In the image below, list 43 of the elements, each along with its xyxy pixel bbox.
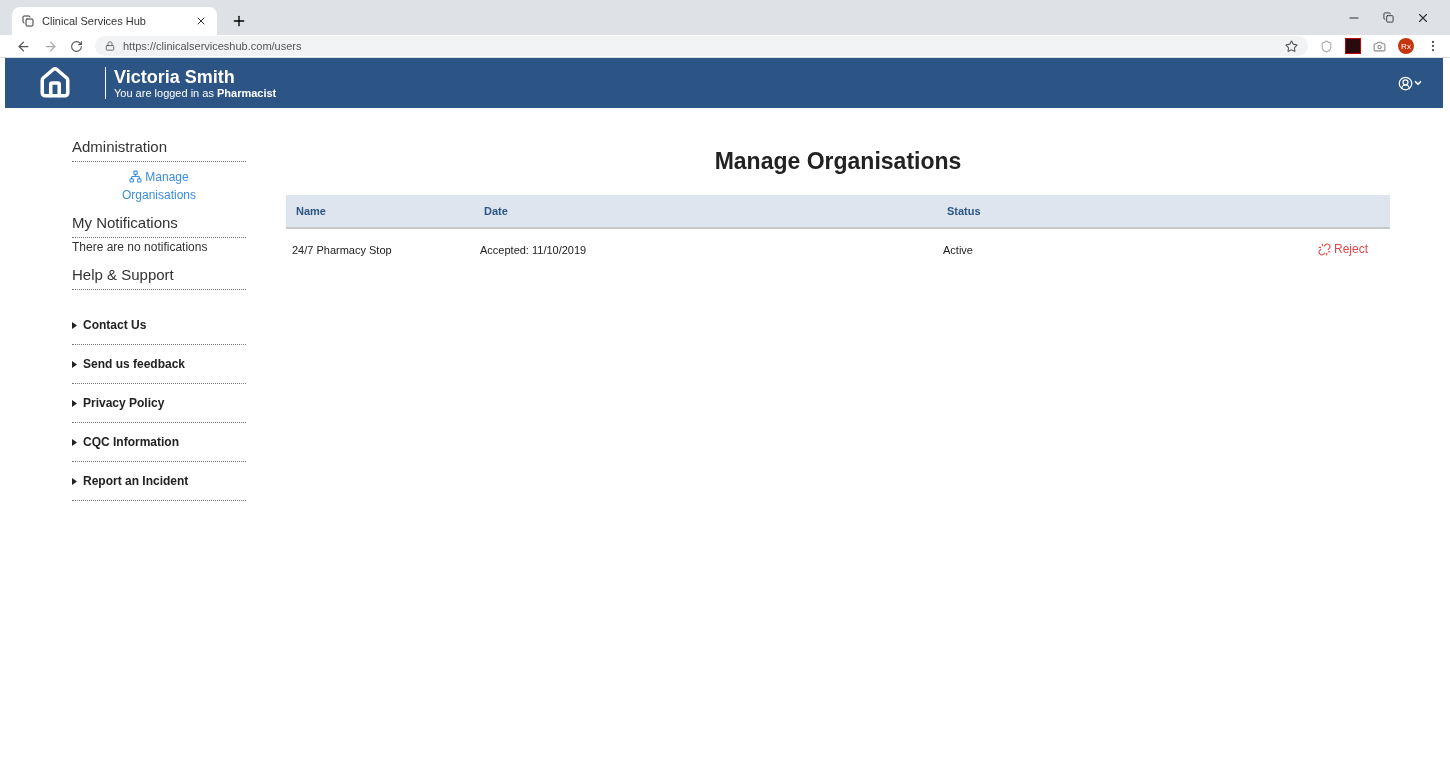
url-text: https://clinicalserviceshub.com/users — [123, 40, 303, 52]
profile-avatar[interactable]: Rx — [1398, 38, 1414, 54]
column-header: Date — [474, 195, 937, 228]
section-title: Administration — [72, 136, 246, 162]
login-role-text: You are logged in as Pharmacist — [114, 87, 277, 99]
triangle-icon — [72, 360, 77, 368]
broken-link-icon — [1318, 242, 1331, 256]
lock-icon — [105, 41, 115, 51]
camera-icon[interactable] — [1373, 39, 1386, 53]
address-bar[interactable]: https://clinicalserviceshub.com/users — [95, 36, 1308, 56]
table-cell: 24/7 Pharmacy Stop — [286, 228, 474, 271]
org-chart-icon — [129, 170, 143, 183]
page-icon — [22, 15, 34, 27]
help-menu-item[interactable]: Send us feedback — [72, 345, 246, 384]
manage-link[interactable]: Manage Organisations — [72, 168, 246, 204]
column-header: Name — [286, 195, 474, 228]
triangle-icon — [72, 321, 77, 329]
help-menu-item[interactable]: Report an Incident — [72, 462, 246, 501]
triangle-icon — [72, 399, 77, 407]
help-menu-item[interactable]: Contact Us — [72, 306, 246, 345]
browser-tab[interactable]: Clinical Services Hub — [12, 7, 217, 35]
section-title: Help & Support — [72, 264, 246, 290]
section-title: My Notifications — [72, 212, 246, 238]
user-name: Victoria Smith — [114, 67, 236, 87]
notification-text: There are no notifications — [72, 239, 209, 256]
bookmark-star-icon[interactable] — [1285, 39, 1298, 53]
triangle-icon — [72, 438, 77, 446]
help-menu-item[interactable]: Privacy Policy — [72, 384, 246, 423]
page-title: Manage Organisations — [713, 148, 963, 175]
house-icon — [38, 66, 72, 100]
column-header: Status — [937, 195, 1129, 228]
user-icon — [1398, 75, 1413, 91]
restore-icon[interactable] — [1383, 12, 1394, 23]
back-icon[interactable] — [16, 38, 31, 54]
help-menu-item[interactable]: CQC Information — [72, 423, 246, 462]
table-cell: Accepted: 11/10/2019 — [474, 228, 937, 271]
close-tab-icon[interactable] — [195, 15, 207, 27]
new-tab-icon[interactable] — [231, 13, 247, 29]
reject-link[interactable]: Reject — [1318, 242, 1368, 257]
triangle-icon — [72, 477, 77, 485]
table-cell: Active — [937, 228, 1129, 271]
reload-icon[interactable] — [70, 39, 83, 53]
caret-icon — [1413, 78, 1423, 88]
